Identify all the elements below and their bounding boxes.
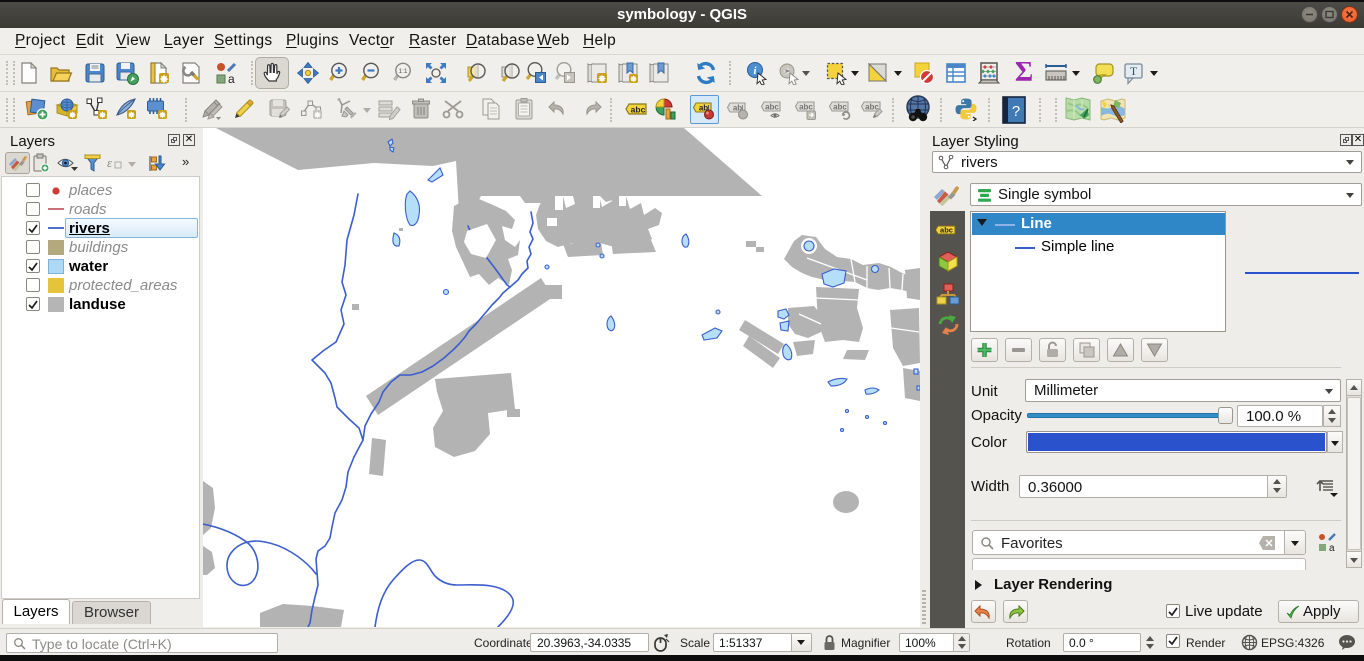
svg-text:a: a — [228, 72, 235, 85]
svg-text:abc: abc — [865, 103, 879, 112]
svg-text:ε: ε — [107, 155, 113, 170]
svg-text:?: ? — [1012, 103, 1020, 120]
svg-text:1:1: 1:1 — [398, 68, 407, 75]
svg-text:T: T — [1130, 64, 1138, 78]
svg-text:abc: abc — [765, 103, 779, 112]
svg-text:abc: abc — [631, 105, 646, 115]
svg-text:abc: abc — [940, 226, 953, 235]
svg-text:a: a — [1329, 543, 1335, 554]
svg-text:abc: abc — [833, 103, 847, 112]
svg-text:abc: abc — [799, 103, 813, 112]
